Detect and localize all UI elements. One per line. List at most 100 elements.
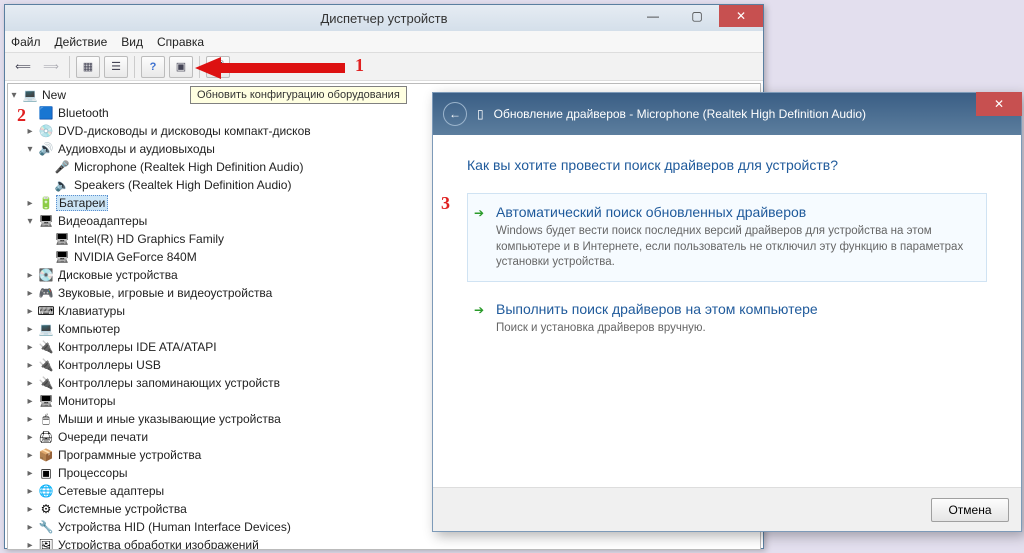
expander-icon[interactable]: ▾ (8, 90, 20, 101)
node-label: Аудиовходы и аудиовыходы (56, 142, 215, 156)
driver-update-wizard: ← ▯ Обновление драйверов - Microphone (R… (432, 92, 1022, 532)
node-label: Клавиатуры (56, 304, 125, 318)
node-label: Компьютер (56, 322, 120, 336)
tree-node[interactable]: ▸🖼Устройства обработки изображений (8, 536, 760, 550)
node-label: Процессоры (56, 466, 128, 480)
device-icon: 🔌 (38, 339, 54, 355)
device-icon: 🖥 (54, 249, 70, 265)
arrow-right-icon: ➔ (474, 303, 484, 317)
arrow-right-icon: ➔ (474, 206, 484, 220)
device-icon: 🎤 (54, 159, 70, 175)
node-label: Сетевые адаптеры (56, 484, 164, 498)
toolbar-detail-icon[interactable]: ▦ (76, 56, 100, 78)
option-local-search[interactable]: ➔ Выполнить поиск драйверов на этом комп… (467, 290, 987, 348)
node-label: Мониторы (56, 394, 115, 408)
device-icon: 💽 (38, 267, 54, 283)
root-label: New (40, 88, 66, 102)
expander-icon[interactable]: ▸ (24, 126, 36, 137)
wizard-body: Как вы хотите провести поиск драйверов д… (433, 135, 1021, 487)
device-icon: 🔋 (38, 195, 54, 211)
node-label: Видеоадаптеры (56, 214, 147, 228)
wizard-question: Как вы хотите провести поиск драйверов д… (467, 157, 987, 173)
expander-icon[interactable]: ▸ (24, 504, 36, 515)
menu-file[interactable]: Файл (11, 35, 41, 49)
node-label: Intel(R) HD Graphics Family (72, 232, 224, 246)
toolbar: ⟸ ⟹ ▦ ☰ ? ▣ 🖥 1 (5, 53, 763, 81)
wizard-back-button[interactable]: ← (443, 102, 467, 126)
cancel-button[interactable]: Отмена (931, 498, 1009, 522)
node-label: Контроллеры запоминающих устройств (56, 376, 280, 390)
device-icon: 🖥 (54, 231, 70, 247)
expander-icon[interactable]: ▾ (24, 144, 36, 155)
tooltip: Обновить конфигурацию оборудования (190, 86, 407, 104)
node-label: Microphone (Realtek High Definition Audi… (72, 160, 303, 174)
expander-icon[interactable]: ▸ (24, 378, 36, 389)
expander-icon[interactable]: ▸ (24, 198, 36, 209)
expander-icon[interactable]: ▸ (24, 450, 36, 461)
expander-icon[interactable]: ▸ (24, 342, 36, 353)
node-label: Устройства HID (Human Interface Devices) (56, 520, 291, 534)
device-icon: ▯ (477, 107, 484, 121)
help-icon[interactable]: ? (141, 56, 165, 78)
node-label: Bluetooth (56, 106, 109, 120)
expander-icon[interactable]: ▸ (24, 540, 36, 551)
back-button[interactable]: ⟸ (11, 56, 35, 78)
expander-icon[interactable]: ▸ (24, 396, 36, 407)
expander-icon[interactable]: ▸ (24, 522, 36, 533)
device-icon: 🔧 (38, 519, 54, 535)
device-icon: 🟦 (38, 105, 54, 121)
expander-icon[interactable]: ▸ (24, 270, 36, 281)
option-auto-search[interactable]: ➔ Автоматический поиск обновленных драйв… (467, 193, 987, 282)
device-icon: 🖥 (38, 213, 54, 229)
expander-icon[interactable]: ▸ (24, 414, 36, 425)
device-icon: 📦 (38, 447, 54, 463)
menu-help[interactable]: Справка (157, 35, 204, 49)
wizard-titlebar[interactable]: ← ▯ Обновление драйверов - Microphone (R… (433, 93, 1021, 135)
device-icon: 🌐 (38, 483, 54, 499)
device-icon: ⌨ (38, 303, 54, 319)
minimize-button[interactable]: — (631, 5, 675, 27)
expander-icon[interactable]: ▸ (24, 468, 36, 479)
forward-button[interactable]: ⟹ (39, 56, 63, 78)
device-icon: 💻 (38, 321, 54, 337)
node-label: Программные устройства (56, 448, 201, 462)
toolbar-list-icon[interactable]: ☰ (104, 56, 128, 78)
menu-view[interactable]: Вид (121, 35, 143, 49)
node-label: Контроллеры USB (56, 358, 161, 372)
toolbar-properties-icon[interactable]: ▣ (169, 56, 193, 78)
expander-icon[interactable]: ▸ (24, 432, 36, 443)
device-icon: 🖥 (38, 393, 54, 409)
expander-icon[interactable]: ▸ (24, 324, 36, 335)
device-icon: 🖼 (38, 537, 54, 550)
annotation-2: 2 (17, 105, 26, 126)
expander-icon[interactable]: ▸ (24, 288, 36, 299)
option1-title: Автоматический поиск обновленных драйвер… (496, 204, 978, 220)
close-button[interactable]: ✕ (719, 5, 763, 27)
device-icon: 🖱 (38, 411, 54, 427)
expander-icon[interactable]: ▾ (24, 216, 36, 227)
node-label: Устройства обработки изображений (56, 538, 259, 550)
device-icon: ▣ (38, 465, 54, 481)
device-icon: 💿 (38, 123, 54, 139)
annotation-1: 1 (355, 55, 364, 76)
node-label: Speakers (Realtek High Definition Audio) (72, 178, 291, 192)
node-label: Дисковые устройства (56, 268, 178, 282)
device-icon: 🔌 (38, 375, 54, 391)
node-label: Контроллеры IDE ATA/ATAPI (56, 340, 217, 354)
maximize-button[interactable]: ▢ (675, 5, 719, 27)
node-label: NVIDIA GeForce 840M (72, 250, 197, 264)
node-label: Звуковые, игровые и видеоустройства (56, 286, 272, 300)
expander-icon[interactable]: ▸ (24, 306, 36, 317)
node-label: Мыши и иные указывающие устройства (56, 412, 281, 426)
wizard-close-button[interactable]: ✕ (976, 92, 1022, 116)
device-icon: ⚙ (38, 501, 54, 517)
device-icon: 🔊 (38, 141, 54, 157)
titlebar[interactable]: Диспетчер устройств — ▢ ✕ (5, 5, 763, 31)
option2-desc: Поиск и установка драйверов вручную. (496, 321, 978, 337)
expander-icon[interactable]: ▸ (24, 486, 36, 497)
computer-icon: 💻 (22, 87, 38, 103)
expander-icon[interactable]: ▸ (24, 360, 36, 371)
menu-action[interactable]: Действие (55, 35, 108, 49)
device-icon: 🎮 (38, 285, 54, 301)
annotation-arrow-icon (195, 57, 355, 79)
